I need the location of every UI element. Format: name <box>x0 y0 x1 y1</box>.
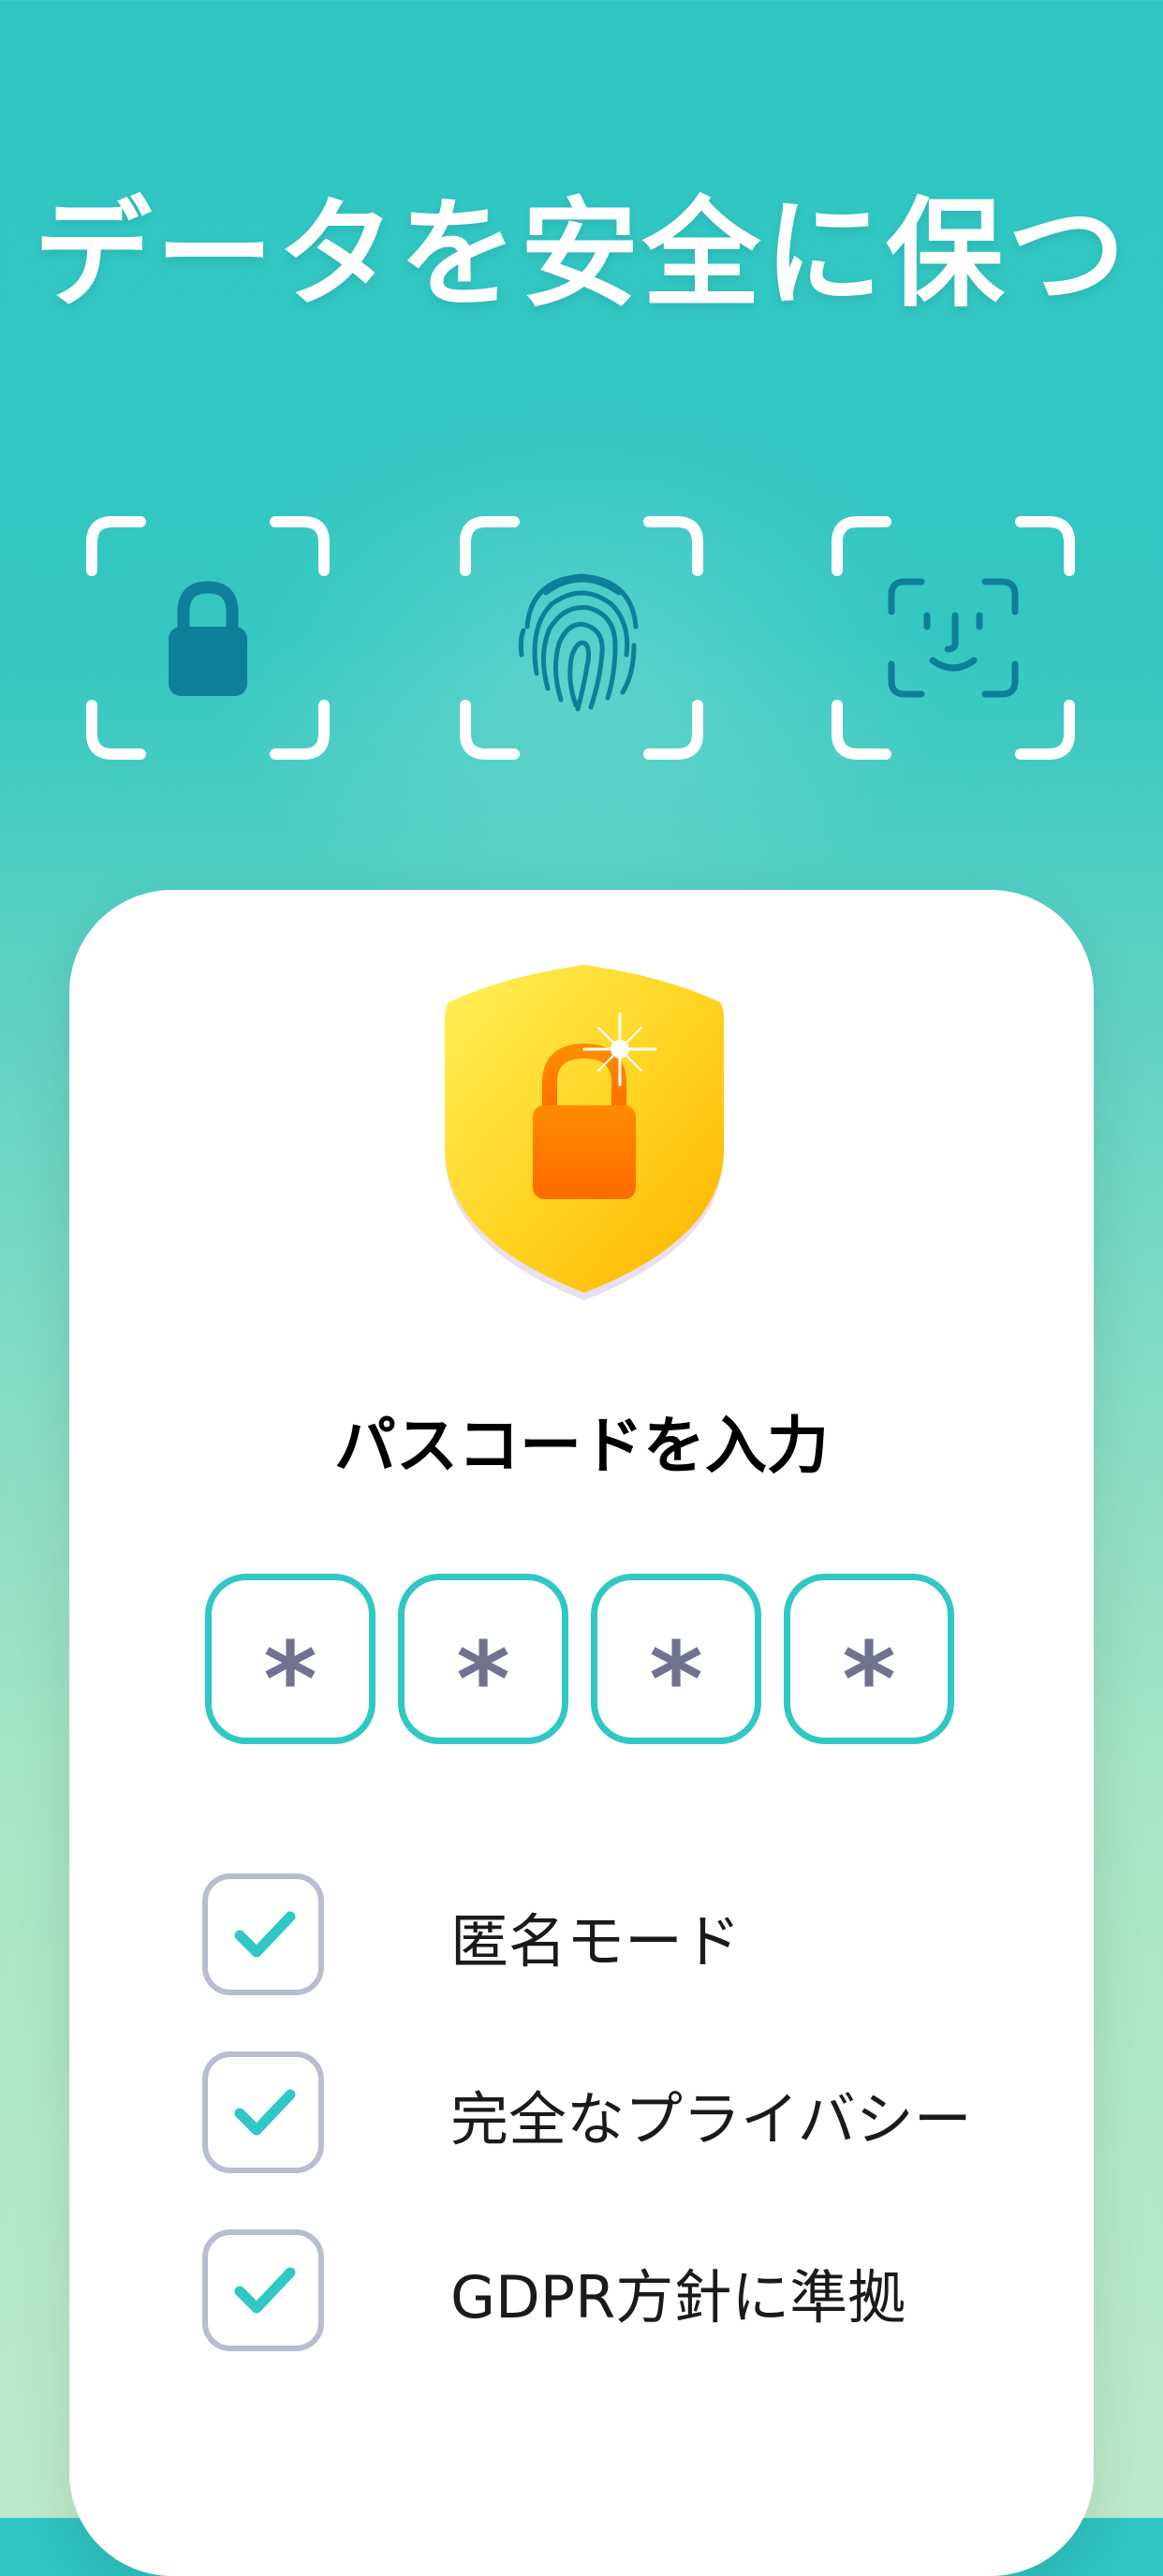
feature-item-full-privacy: 完全なプライバシー <box>202 2051 1045 2173</box>
checkbox[interactable] <box>202 2051 324 2173</box>
feature-label: 完全なプライバシー <box>450 2085 972 2154</box>
feature-label: GDPR方針に準拠 <box>450 2263 906 2332</box>
pin-digit-field[interactable]: * <box>591 1574 761 1744</box>
pin-digit-field[interactable]: * <box>205 1574 375 1744</box>
lock-icon <box>169 581 247 696</box>
pin-digit-field[interactable]: * <box>398 1574 568 1744</box>
method-face-id[interactable] <box>830 514 1077 762</box>
checkmark-icon <box>234 2267 296 2314</box>
method-passcode[interactable] <box>84 514 331 762</box>
face-id-icon <box>888 578 1019 698</box>
passcode-card: パスコードを入力 * * * * 匿名モード 完全なプライバシー GDPR方針に… <box>69 890 1094 2576</box>
checkbox[interactable] <box>202 1873 324 1995</box>
checkmark-icon <box>234 2089 296 2136</box>
method-fingerprint[interactable] <box>458 514 705 762</box>
fingerprint-icon <box>518 573 639 712</box>
page-title: データを安全に保つ <box>34 185 1129 323</box>
feature-label: 匿名モード <box>450 1907 742 1976</box>
checkbox[interactable] <box>202 2229 324 2351</box>
checkmark-icon <box>234 1911 296 1958</box>
feature-item-anonymous-mode: 匿名モード <box>202 1873 1045 1995</box>
pin-digit-field[interactable]: * <box>784 1574 954 1744</box>
pin-input-group: * * * * <box>205 1574 964 1744</box>
passcode-title: パスコードを入力 <box>334 1410 829 1482</box>
shield-lock-icon <box>445 965 724 1300</box>
feature-item-gdpr: GDPR方針に準拠 <box>202 2229 1045 2351</box>
security-methods <box>0 514 1163 762</box>
